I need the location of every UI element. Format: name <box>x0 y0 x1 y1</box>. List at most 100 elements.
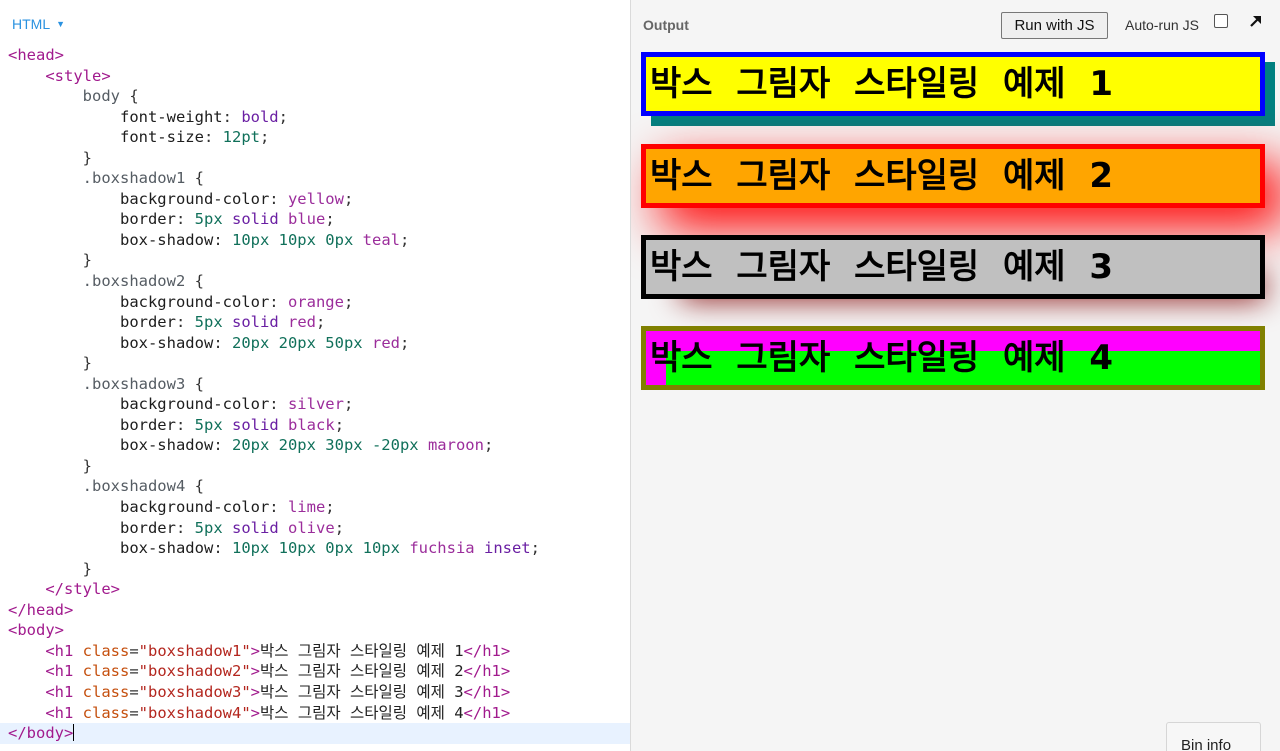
code-token: solid <box>232 415 279 434</box>
code-token: ; <box>316 313 326 332</box>
code-token: 5px <box>194 518 223 537</box>
code-token: silver <box>287 395 344 414</box>
code-token: </style> <box>45 580 120 599</box>
code-line: <h1 class="boxshadow3">박스 그림자 스타일링 예제 3<… <box>0 682 630 703</box>
code-token: : <box>269 498 288 517</box>
code-token: > <box>250 682 260 701</box>
code-token: .boxshadow4 <box>82 477 186 496</box>
code-line: .boxshadow4 { <box>0 476 630 497</box>
code-token: 박스 그림자 스타일링 예제 2 <box>260 662 464 681</box>
code-token: > <box>250 641 260 660</box>
code-token: yellow <box>287 189 344 208</box>
language-label: HTML <box>12 16 51 32</box>
code-token: red <box>288 313 317 332</box>
code-line: box-shadow: 20px 20px 50px red; <box>0 333 630 354</box>
code-token: "boxshadow3" <box>138 682 251 701</box>
code-token: ; <box>399 230 410 249</box>
code-line: box-shadow: 10px 10px 0px teal; <box>0 230 630 251</box>
code-token: : <box>222 107 242 126</box>
code-token: <body> <box>8 621 64 640</box>
language-selector[interactable]: HTML ▼ <box>12 16 65 32</box>
code-token: class <box>82 662 130 681</box>
code-token: ; <box>259 128 270 147</box>
code-token: ; <box>399 333 410 352</box>
code-line: border: 5px solid red; <box>0 312 630 333</box>
code-token: { <box>185 374 204 393</box>
code-token: 박스 그림자 스타일링 예제 4 <box>260 703 464 722</box>
code-token: ; <box>334 518 345 537</box>
code-token: ; <box>278 107 288 126</box>
code-token: : <box>213 436 232 455</box>
autorun-checkbox[interactable] <box>1214 14 1228 28</box>
bin-info-button[interactable]: Bin info <box>1166 722 1261 751</box>
boxshadow2-heading: 박스 그림자 스타일링 예제 2 <box>641 144 1265 208</box>
code-token: : <box>175 313 195 332</box>
code-line: border: 5px solid blue; <box>0 209 630 230</box>
caret-down-icon: ▼ <box>56 19 66 29</box>
code-token: { <box>119 87 139 106</box>
code-token: = <box>129 682 139 701</box>
code-line: } <box>0 559 630 580</box>
run-with-js-button[interactable]: Run with JS <box>1001 12 1108 39</box>
code-token: body <box>82 87 120 106</box>
code-token: class <box>82 641 130 660</box>
code-line: <h1 class="boxshadow1">박스 그림자 스타일링 예제 1<… <box>0 641 630 662</box>
code-token: class <box>82 682 130 701</box>
code-token: box-shadow <box>119 230 214 249</box>
code-token: 5px <box>194 313 223 332</box>
code-token: ; <box>343 395 354 414</box>
code-token: : <box>269 395 288 414</box>
arrow-up-right-icon[interactable] <box>1247 12 1265 30</box>
code-token: maroon <box>427 436 484 455</box>
code-token: 10px 10px 0px 10px <box>231 539 400 558</box>
code-token: background-color <box>119 498 270 517</box>
code-token: ; <box>530 539 540 558</box>
code-token: 12pt <box>222 128 260 147</box>
code-token: .boxshadow3 <box>82 374 186 393</box>
code-token: : <box>203 128 223 147</box>
code-token: bold <box>241 107 279 126</box>
code-token: .boxshadow2 <box>82 272 186 291</box>
code-token: : <box>175 518 195 537</box>
code-token: </h1> <box>463 662 511 681</box>
editor-header: HTML ▼ <box>0 0 630 46</box>
code-editor[interactable]: <head> <style> body { font-weight: bold;… <box>0 45 630 744</box>
code-line: .boxshadow1 { <box>0 168 630 189</box>
code-line: <h1 class="boxshadow4">박스 그림자 스타일링 예제 4<… <box>0 703 630 724</box>
code-editor-pane: HTML ▼ <head> <style> body { font-weight:… <box>0 0 630 751</box>
code-token: { <box>185 477 204 496</box>
code-token: : <box>213 539 232 558</box>
code-token: border <box>119 313 176 332</box>
code-token: ; <box>325 210 335 229</box>
code-line: </head> <box>0 600 630 621</box>
code-token: 5px <box>194 210 223 229</box>
code-line: border: 5px solid black; <box>0 415 630 436</box>
code-token: .boxshadow1 <box>82 169 186 188</box>
output-title: Output <box>643 17 689 33</box>
code-token: 20px 20px 50px <box>231 333 363 352</box>
code-token: border <box>119 210 176 229</box>
code-line: } <box>0 250 630 271</box>
code-token: : <box>175 210 195 229</box>
boxshadow4-heading: 박스 그림자 스타일링 예제 4 <box>641 326 1265 390</box>
code-line: font-size: 12pt; <box>0 127 630 148</box>
